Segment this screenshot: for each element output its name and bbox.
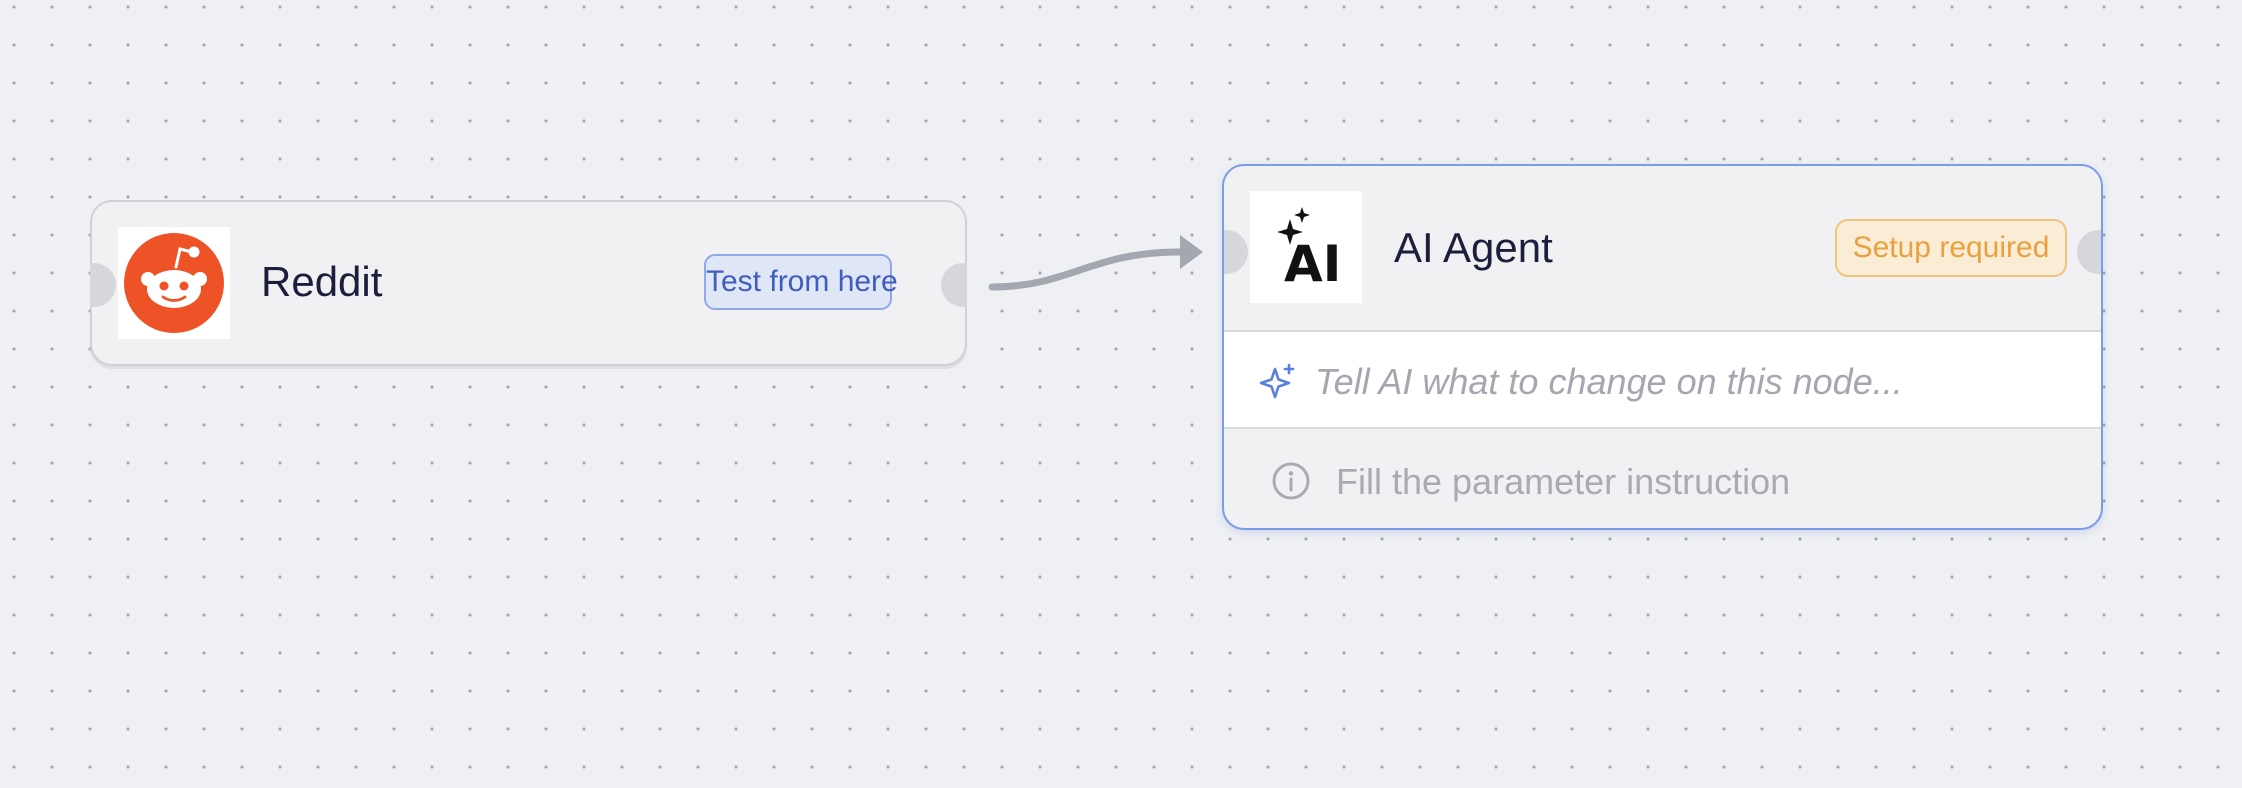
ai-logo-text: AI — [1284, 235, 1341, 293]
ai-agent-node[interactable]: AI AI Agent Setup required Tell AI what … — [1222, 164, 2103, 530]
reddit-logo-icon — [124, 233, 224, 333]
setup-required-badge: Setup required — [1835, 219, 2067, 277]
ai-prompt-placeholder: Tell AI what to change on this node... — [1315, 361, 1903, 402]
reddit-input-handle[interactable] — [90, 263, 116, 307]
connection-arrow-icon — [1180, 235, 1203, 269]
workflow-canvas[interactable]: Reddit Test from here AI AI Agent Setup … — [0, 0, 2242, 788]
ai-agent-input-handle[interactable] — [1224, 230, 1248, 274]
sparkle-icon — [1259, 363, 1295, 399]
connection-line[interactable] — [988, 248, 1184, 291]
reddit-node-title: Reddit — [261, 258, 383, 305]
sparkle-small-icon — [1294, 207, 1310, 223]
ai-agent-node-title: AI Agent — [1394, 224, 1553, 271]
test-from-here-button[interactable]: Test from here — [704, 254, 898, 310]
parameter-info-text: Fill the parameter instruction — [1336, 461, 1791, 502]
ai-logo-icon: AI — [1277, 207, 1341, 293]
ai-agent-icon-box: AI — [1250, 191, 1362, 303]
ai-prompt-input[interactable]: Tell AI what to change on this node... — [1224, 330, 2101, 429]
info-icon — [1272, 462, 1310, 500]
parameter-info-row: Fill the parameter instruction — [1224, 429, 2101, 528]
ai-agent-output-handle[interactable] — [2077, 230, 2101, 274]
reddit-output-handle[interactable] — [941, 263, 967, 307]
reddit-node[interactable]: Reddit Test from here — [90, 200, 967, 366]
reddit-icon-box — [118, 227, 230, 339]
